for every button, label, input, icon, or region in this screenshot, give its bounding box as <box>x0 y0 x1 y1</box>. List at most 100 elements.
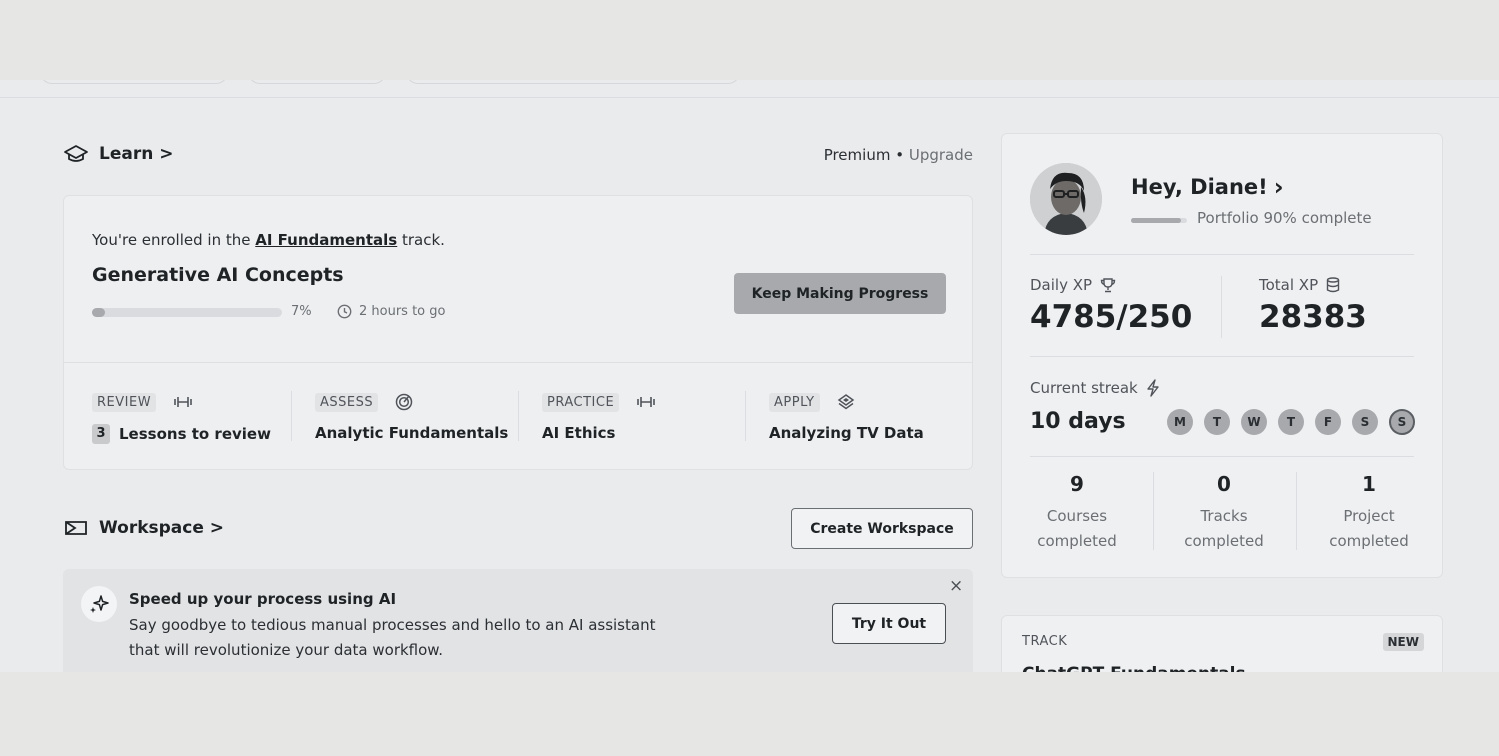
streak-label: Current streak <box>1030 379 1160 397</box>
ai-assistant-banner: Speed up your process using AI Say goodb… <box>63 569 973 672</box>
course-progress-bar <box>92 308 282 317</box>
divider <box>745 391 746 441</box>
dumbbell-icon <box>637 396 656 407</box>
review-count-badge: 3 <box>92 424 110 444</box>
total-xp-text: Total XP <box>1259 276 1319 294</box>
divider <box>1221 276 1222 338</box>
divider <box>1153 472 1154 550</box>
divider <box>1030 356 1414 357</box>
step-apply[interactable]: APPLY Analyzing TV Data <box>769 391 979 442</box>
portfolio-progress-bar <box>1131 218 1187 223</box>
main-viewport: Learn > Premium • Upgrade You're enrolle… <box>0 80 1499 672</box>
stat-label: Tracks <box>1200 507 1248 525</box>
total-xp-value: 28383 <box>1259 299 1367 335</box>
lightning-icon <box>1147 379 1159 397</box>
day-indicator: W <box>1241 409 1267 435</box>
step-value: AI Ethics <box>542 424 616 442</box>
track-link[interactable]: AI Fundamentals <box>255 231 397 249</box>
learn-heading-label: Learn > <box>99 144 174 164</box>
stat-number: 1 <box>1362 472 1376 496</box>
nav-pill[interactable] <box>40 80 228 84</box>
nav-pill[interactable] <box>248 80 386 84</box>
step-assess[interactable]: ASSESS Analytic Fundamentals <box>315 391 525 442</box>
day-indicator-today: S <box>1389 409 1415 435</box>
plan-status: Premium • Upgrade <box>824 146 973 164</box>
top-nav-strip <box>0 80 1499 98</box>
daily-xp-text: Daily XP <box>1030 276 1093 294</box>
divider <box>1296 472 1297 550</box>
learn-card: You're enrolled in the AI Fundamentals t… <box>63 195 973 470</box>
greeting-link[interactable]: Hey, Diane! › <box>1131 173 1284 201</box>
enrolled-suffix: track. <box>397 231 445 249</box>
nav-search-pill[interactable] <box>406 80 740 84</box>
stat-label: completed <box>1037 532 1117 550</box>
divider <box>1030 456 1414 457</box>
daily-xp-value: 4785/250 <box>1030 299 1193 335</box>
time-remaining: 2 hours to go <box>337 304 445 319</box>
streak-days: M T W T F S S <box>1167 409 1415 435</box>
chevron-right-icon: › <box>1273 173 1284 201</box>
plan-label: Premium <box>823 146 891 164</box>
divider <box>291 391 292 441</box>
radar-icon <box>395 393 413 410</box>
course-title[interactable]: Generative AI Concepts <box>92 264 344 286</box>
workspace-icon <box>65 521 87 535</box>
streak-label-text: Current streak <box>1030 379 1138 397</box>
enrolled-prefix: You're enrolled in the <box>92 231 256 249</box>
keep-making-progress-button[interactable]: Keep Making Progress <box>734 273 946 314</box>
track-card[interactable]: TRACK NEW ChatGPT Fundamentals <box>1001 615 1443 672</box>
upgrade-link[interactable]: Upgrade <box>909 146 973 164</box>
enrolled-text: You're enrolled in the AI Fundamentals t… <box>92 231 445 249</box>
layers-icon <box>837 393 854 409</box>
total-xp-label: Total XP <box>1259 276 1340 294</box>
stat-label: Courses <box>1046 507 1108 525</box>
track-tag: TRACK <box>1022 634 1068 649</box>
streak-value: 10 days <box>1030 409 1126 434</box>
trophy-icon <box>1100 278 1116 293</box>
avatar[interactable] <box>1030 163 1102 235</box>
workspace-heading[interactable]: Workspace > <box>63 517 224 539</box>
step-tag: PRACTICE <box>542 393 620 412</box>
portfolio-progress-fill <box>1131 218 1182 223</box>
dumbbell-icon <box>174 396 192 407</box>
courses-completed-stat[interactable]: 9 Courses completed <box>1017 472 1137 554</box>
day-indicator: M <box>1167 409 1193 435</box>
clock-icon <box>337 304 352 319</box>
track-title[interactable]: ChatGPT Fundamentals <box>1022 664 1246 672</box>
new-badge: NEW <box>1382 633 1424 651</box>
step-tag: APPLY <box>769 393 820 412</box>
plan-separator: • <box>895 146 905 164</box>
stat-label: Project <box>1343 507 1395 525</box>
divider <box>1030 254 1414 255</box>
tracks-completed-stat[interactable]: 0 Tracks completed <box>1164 472 1284 554</box>
workspace-heading-label: Workspace > <box>99 518 225 538</box>
learn-heading[interactable]: Learn > <box>63 143 173 165</box>
course-progress-fill <box>92 308 106 317</box>
stat-number: 0 <box>1217 472 1231 496</box>
portfolio-status: Portfolio 90% complete <box>1197 209 1372 227</box>
try-it-out-button[interactable]: Try It Out <box>832 603 946 644</box>
day-indicator: T <box>1204 409 1230 435</box>
stat-label: completed <box>1329 532 1409 550</box>
step-value: Analytic Fundamentals <box>315 424 509 442</box>
create-workspace-button[interactable]: Create Workspace <box>791 508 973 549</box>
progress-percent: 7% <box>291 304 312 319</box>
avatar-image <box>1030 163 1102 235</box>
sparkle-icon <box>81 586 117 622</box>
projects-completed-stat[interactable]: 1 Project completed <box>1309 472 1429 554</box>
profile-card: Hey, Diane! › Portfolio 90% complete Dai… <box>1001 133 1443 578</box>
step-review[interactable]: REVIEW 3 Lessons to review <box>92 391 302 444</box>
stat-label: completed <box>1184 532 1264 550</box>
step-value: Analyzing TV Data <box>769 424 924 442</box>
step-tag: ASSESS <box>315 393 379 412</box>
database-icon <box>1326 277 1340 293</box>
stat-number: 9 <box>1070 472 1084 496</box>
time-remaining-label: 2 hours to go <box>359 304 446 319</box>
graduation-cap-icon <box>64 145 88 162</box>
greeting-text: Hey, Diane! <box>1131 175 1268 199</box>
divider <box>518 391 519 441</box>
banner-description: Say goodbye to tedious manual processes … <box>129 616 656 659</box>
step-practice[interactable]: PRACTICE AI Ethics <box>542 391 752 442</box>
close-icon[interactable]: × <box>949 576 963 596</box>
divider <box>64 362 972 363</box>
